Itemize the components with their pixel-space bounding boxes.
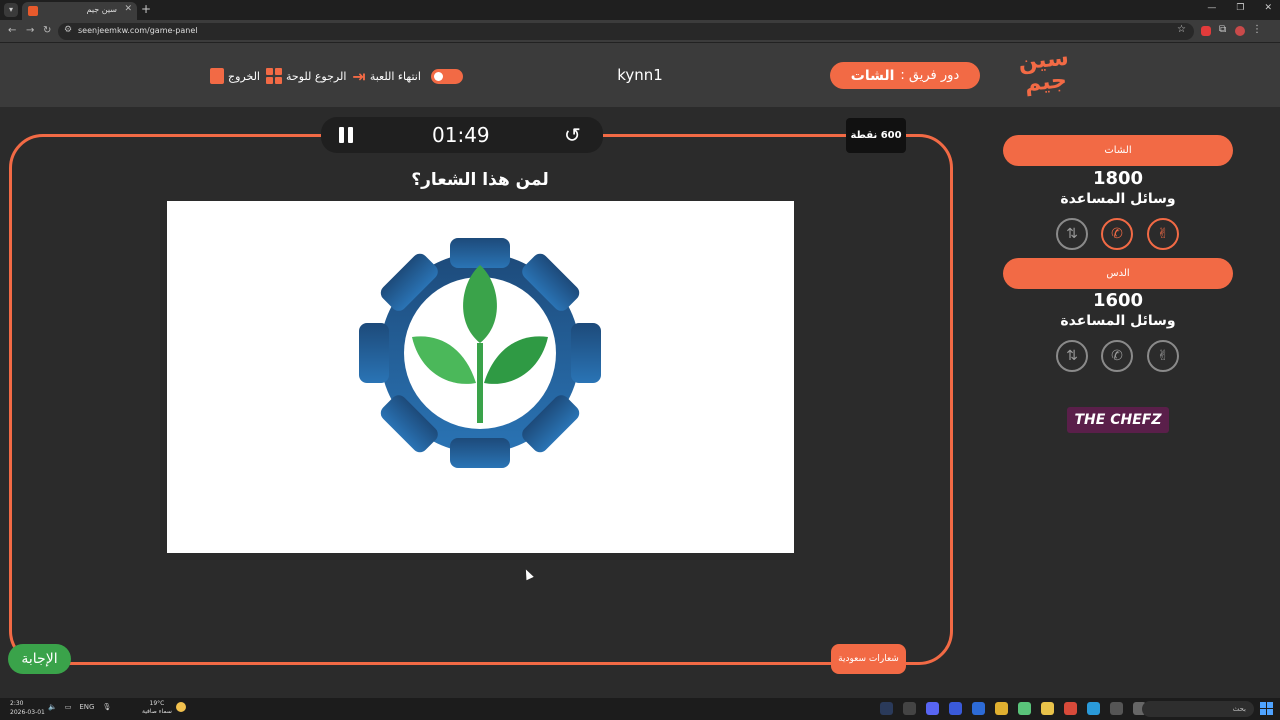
turn-indicator: دور فريق : الشات — [830, 62, 980, 89]
answer-button[interactable]: الإجابة — [8, 644, 71, 674]
header-actions: الخروج الرجوع للوحة ⇥ انتهاء اللعبة — [210, 65, 463, 87]
taskbar-apps — [880, 702, 1146, 715]
player-name: kynn1 — [617, 66, 663, 84]
weather-widget[interactable]: 19°C سماء صافية — [142, 700, 172, 716]
end-game-arrow-icon: ⇥ — [352, 66, 366, 86]
exit-button[interactable]: الخروج — [210, 68, 260, 84]
points-badge: 600 نقطة — [846, 118, 906, 153]
volume-icon[interactable]: 🔈 — [48, 703, 57, 711]
browser-tab[interactable]: سين جيم ✕ — [22, 2, 137, 20]
system-tray: 🔈 ▭ ENG 🎙 — [48, 703, 111, 711]
back-to-board-button[interactable]: الرجوع للوحة — [266, 68, 346, 84]
extensions-puzzle-icon[interactable]: ⧉ — [1219, 24, 1226, 35]
browser-toolbar: ← → ↻ ⚙ seenjeemkw.com/game-panel ☆ — [0, 20, 1280, 43]
gear-leaf-logo-icon — [359, 238, 601, 468]
chrome-app-icon[interactable] — [995, 702, 1008, 715]
start-menu-icon[interactable] — [1260, 702, 1273, 715]
team2-score: 1600 — [1092, 290, 1144, 311]
taskbar-date: 2026-03-01 — [10, 709, 45, 716]
tab-title: سين جيم — [86, 5, 117, 14]
window-controls: — ❐ ✕ — [1207, 3, 1272, 13]
microphone-icon[interactable]: 🎙 — [102, 703, 111, 711]
new-tab-button[interactable]: + — [141, 2, 151, 16]
team2-helpers-label: وسائل المساعدة — [1060, 313, 1176, 329]
address-bar[interactable]: ⚙ seenjeemkw.com/game-panel ☆ — [58, 23, 1194, 40]
question-logo-image — [167, 201, 794, 553]
timer-display: 01:49 — [432, 123, 490, 147]
back-board-label: الرجوع للوحة — [286, 69, 347, 83]
bookmark-star-icon[interactable]: ☆ — [1177, 24, 1186, 35]
site-info-icon[interactable]: ⚙ — [64, 25, 72, 35]
timer-bar: 01:49 ↺ — [321, 117, 603, 153]
seen-jeem-logo[interactable]: سين جيم — [1014, 46, 1077, 103]
file-explorer-icon[interactable] — [1041, 702, 1054, 715]
maximize-icon[interactable]: ❐ — [1236, 3, 1244, 13]
minimize-icon[interactable]: — — [1207, 3, 1216, 13]
taskbar-clock[interactable]: 2:30 2026-03-01 — [10, 699, 45, 717]
edge-app-icon[interactable] — [1087, 702, 1100, 715]
category-button[interactable]: شعارات سعودية — [831, 644, 906, 674]
turn-team-name: الشات — [850, 67, 895, 84]
team1-call-helper-icon[interactable]: ✆ — [1101, 218, 1133, 250]
browser-tabbar: ▾ سين جيم ✕ + — ❐ ✕ — [0, 0, 1280, 20]
weather-temp: 19°C — [149, 700, 165, 707]
team1-swap-helper-icon[interactable]: ⇅ — [1056, 218, 1088, 250]
url-text: seenjeemkw.com/game-panel — [78, 26, 198, 35]
team1-two-answers-helper-icon[interactable]: ✌ — [1147, 218, 1179, 250]
team2-name-pill: الدس — [1003, 258, 1233, 289]
app-icon[interactable] — [949, 702, 962, 715]
team2-call-helper-icon[interactable]: ✆ — [1101, 340, 1133, 372]
reset-timer-icon[interactable]: ↺ — [564, 123, 581, 147]
language-indicator[interactable]: ENG — [79, 703, 94, 711]
network-icon[interactable]: ▭ — [65, 703, 72, 711]
end-game-toggle[interactable] — [430, 68, 463, 84]
reload-icon[interactable]: ↻ — [43, 25, 51, 36]
moon-icon — [176, 702, 186, 712]
app-icon[interactable] — [1018, 702, 1031, 715]
exit-door-icon — [210, 68, 224, 84]
board-grid-icon — [266, 68, 282, 84]
end-game-button[interactable]: ⇥ انتهاء اللعبة — [352, 67, 463, 86]
sponsor-logo: THE CHEFZ — [1067, 407, 1169, 433]
browser-menu-icon[interactable]: ⋮ — [1252, 24, 1262, 35]
steam-app-icon[interactable] — [880, 702, 893, 715]
turn-prefix: دور فريق : — [900, 68, 960, 83]
app-icon[interactable] — [1064, 702, 1077, 715]
profile-avatar[interactable] — [1235, 26, 1245, 36]
team2-swap-helper-icon[interactable]: ⇅ — [1056, 340, 1088, 372]
discord-app-icon[interactable] — [926, 702, 939, 715]
back-icon[interactable]: ← — [8, 25, 16, 36]
taskbar-search[interactable]: بحث — [1142, 701, 1254, 717]
team1-name-pill: الشات — [1003, 135, 1233, 166]
forward-icon[interactable]: → — [26, 25, 34, 36]
extension-red-icon[interactable] — [1201, 26, 1211, 36]
weather-desc: سماء صافية — [142, 708, 172, 715]
app-icon[interactable] — [972, 702, 985, 715]
site-favicon-icon — [28, 6, 38, 16]
windows-taskbar: 2:30 2026-03-01 🔈 ▭ ENG 🎙 19°C سماء صافي… — [0, 698, 1280, 720]
question-text: لمن هذا الشعار؟ — [411, 170, 549, 190]
exit-label: الخروج — [228, 69, 260, 83]
app-icon[interactable] — [903, 702, 916, 715]
team1-score: 1800 — [1092, 168, 1144, 189]
tab-close-icon[interactable]: ✕ — [124, 4, 132, 14]
end-game-label: انتهاء اللعبة — [369, 69, 421, 83]
team2-two-answers-helper-icon[interactable]: ✌ — [1147, 340, 1179, 372]
team1-helpers-label: وسائل المساعدة — [1060, 191, 1176, 207]
game-header: سين جيم دور فريق : الشات kynn1 الخروج الر… — [0, 43, 1280, 107]
taskbar-time: 2:30 — [10, 700, 24, 707]
app-icon[interactable] — [1110, 702, 1123, 715]
pause-icon[interactable] — [339, 127, 353, 143]
tab-search-menu-button[interactable]: ▾ — [4, 3, 18, 17]
close-window-icon[interactable]: ✕ — [1264, 3, 1272, 13]
